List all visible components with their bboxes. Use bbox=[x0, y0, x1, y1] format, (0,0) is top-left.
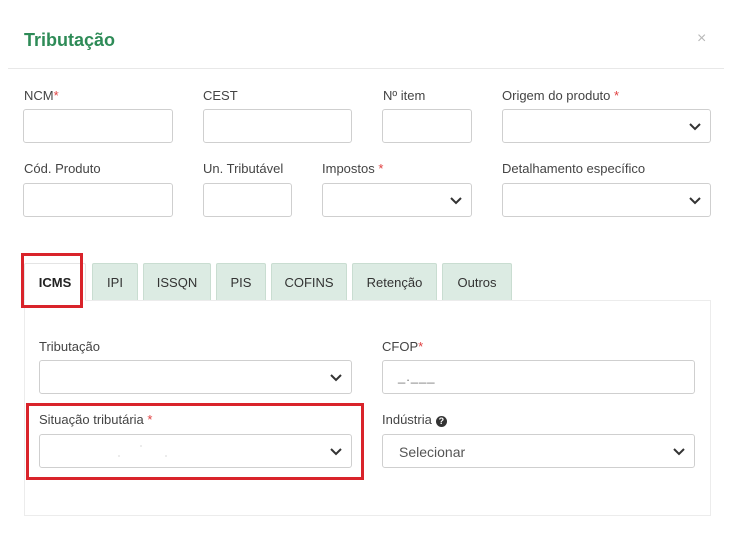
tab-retencao[interactable]: Retenção bbox=[352, 263, 437, 301]
blurred-text-mark bbox=[165, 455, 167, 457]
cod-produto-input[interactable] bbox=[23, 183, 173, 217]
cod-produto-label: Cód. Produto bbox=[24, 161, 101, 176]
chevron-down-icon bbox=[330, 374, 342, 382]
tab-issqn[interactable]: ISSQN bbox=[143, 263, 211, 301]
detalhamento-label: Detalhamento específico bbox=[502, 161, 646, 176]
un-tributavel-label: Un. Tributável bbox=[203, 161, 284, 176]
tributacao-label: Tributação bbox=[39, 339, 100, 354]
impostos-select[interactable] bbox=[322, 183, 472, 217]
cest-input[interactable] bbox=[203, 109, 352, 143]
industria-label: Indústria? bbox=[382, 412, 447, 427]
tab-outros[interactable]: Outros bbox=[442, 263, 512, 301]
blurred-text-mark bbox=[118, 455, 120, 457]
modal-title: Tributação bbox=[24, 30, 116, 50]
item-number-label: Nº item bbox=[383, 88, 426, 103]
help-icon[interactable]: ? bbox=[435, 416, 447, 427]
situacao-label: Situação tributária * bbox=[39, 412, 153, 427]
origem-select[interactable] bbox=[502, 109, 711, 143]
icms-panel bbox=[24, 300, 711, 516]
chevron-down-icon bbox=[689, 197, 701, 205]
ncm-label: NCM* bbox=[24, 88, 59, 103]
situacao-select[interactable] bbox=[39, 434, 352, 468]
tab-cofins[interactable]: COFINS bbox=[271, 263, 347, 301]
chevron-down-icon bbox=[330, 448, 342, 456]
industria-selected-value: Selecionar bbox=[399, 444, 466, 460]
industria-select[interactable]: Selecionar bbox=[382, 434, 695, 468]
chevron-down-icon bbox=[450, 197, 462, 205]
un-tributavel-input[interactable] bbox=[203, 183, 292, 217]
close-icon[interactable]: × bbox=[697, 30, 706, 48]
detalhamento-select[interactable] bbox=[502, 183, 711, 217]
origem-label: Origem do produto * bbox=[502, 88, 620, 103]
ncm-input[interactable] bbox=[23, 109, 173, 143]
header-divider bbox=[8, 68, 724, 69]
cest-label: CEST bbox=[203, 88, 238, 103]
cfop-input[interactable]: _.___ bbox=[382, 360, 695, 394]
blurred-text-mark bbox=[140, 445, 142, 447]
impostos-label: Impostos * bbox=[322, 161, 384, 176]
tab-ipi[interactable]: IPI bbox=[92, 263, 138, 301]
tab-pis[interactable]: PIS bbox=[216, 263, 266, 301]
cfop-mask-text: _.___ bbox=[398, 369, 436, 384]
chevron-down-icon bbox=[673, 448, 685, 456]
tributacao-select[interactable] bbox=[39, 360, 352, 394]
cfop-label: CFOP* bbox=[382, 339, 424, 354]
chevron-down-icon bbox=[689, 123, 701, 131]
item-number-input[interactable] bbox=[382, 109, 472, 143]
tab-icms[interactable]: ICMS bbox=[24, 263, 86, 301]
